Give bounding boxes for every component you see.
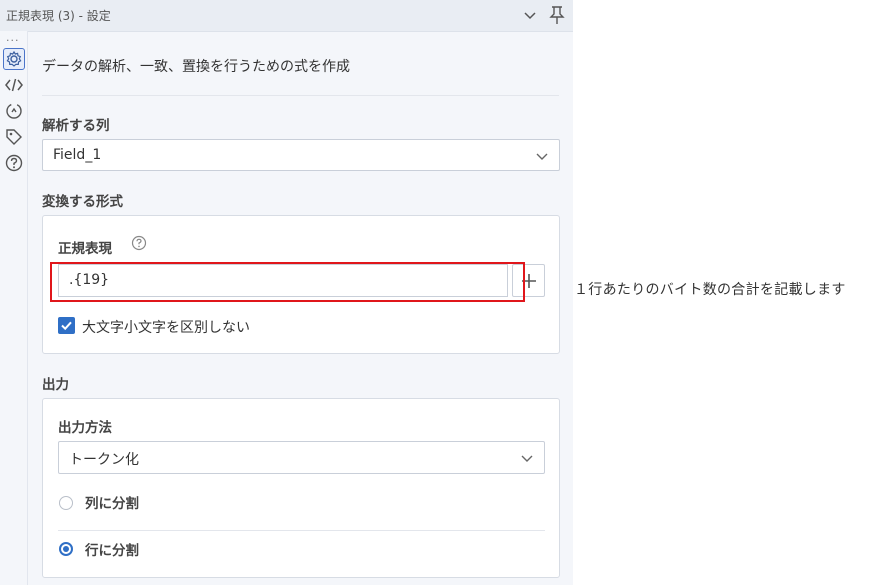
gear-icon[interactable] <box>3 48 25 70</box>
tag-icon[interactable] <box>4 127 24 147</box>
radio-split-columns-label: 列に分割 <box>85 496 139 512</box>
tool-description: データの解析、一致、置換を行うための式を作成 <box>42 59 350 75</box>
radio-split-columns[interactable] <box>59 496 73 510</box>
radio-split-rows-label: 行に分割 <box>85 543 139 559</box>
overflow-dots[interactable]: ... <box>6 31 20 44</box>
annotation-highlight-box <box>50 262 525 302</box>
settings-panel: 正規表現 (3) - 設定 ... データの解析、一致、置換を行うための式を作成… <box>0 0 573 585</box>
arrow-cycle-icon[interactable] <box>4 101 24 121</box>
title-bar: 正規表現 (3) - 設定 <box>0 0 573 32</box>
output-method-label: 出力方法 <box>58 420 112 436</box>
chevron-down-icon <box>536 153 548 160</box>
parse-column-value: Field_1 <box>53 147 102 163</box>
output-method-value: トークン化 <box>69 452 139 468</box>
code-icon[interactable] <box>4 75 24 95</box>
regex-label: 正規表現 <box>58 241 112 257</box>
pin-icon[interactable] <box>548 5 566 25</box>
divider <box>58 530 545 531</box>
chevron-down-icon <box>521 455 533 462</box>
divider <box>42 95 559 96</box>
output-label: 出力 <box>42 377 69 393</box>
checkmark-icon <box>61 321 72 331</box>
side-rail: ... <box>0 31 28 585</box>
parse-column-label: 解析する列 <box>42 118 110 134</box>
parse-column-select[interactable]: Field_1 <box>42 139 560 171</box>
case-insensitive-checkbox[interactable] <box>58 317 75 334</box>
help-icon[interactable] <box>4 153 24 173</box>
convert-format-label: 変換する形式 <box>42 194 123 210</box>
help-icon[interactable] <box>131 235 147 251</box>
output-method-select[interactable]: トークン化 <box>58 441 545 474</box>
collapse-chevron-icon[interactable] <box>522 7 538 23</box>
settings-content: データの解析、一致、置換を行うための式を作成 解析する列 Field_1 変換す… <box>28 31 573 585</box>
radio-split-rows[interactable] <box>59 542 73 556</box>
annotation-text: １行あたりのバイト数の合計を記載します <box>574 282 846 298</box>
window-title: 正規表現 (3) - 設定 <box>6 9 111 23</box>
case-insensitive-label: 大文字小文字を区別しない <box>82 320 250 336</box>
